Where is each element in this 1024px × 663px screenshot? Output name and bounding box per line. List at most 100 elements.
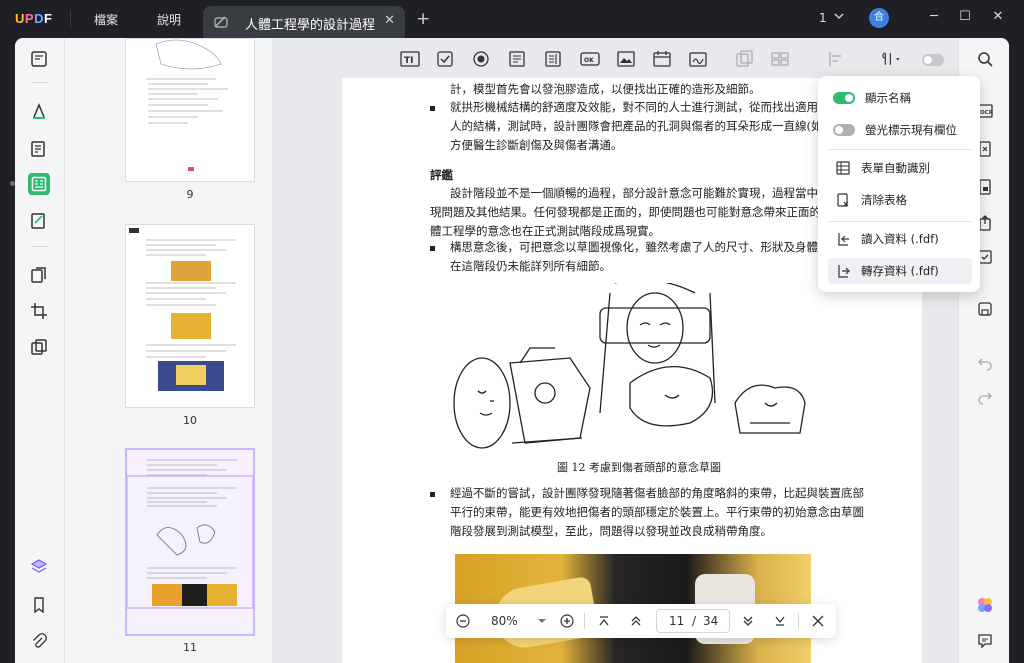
total-pages: 34 [703, 614, 719, 628]
next-page-icon[interactable] [740, 613, 756, 629]
doc-text-line: 經過不斷的嘗試，設計團隊發現隨著傷者臉部的角度略斜的束帶，比起與裝置底部 [450, 486, 864, 500]
image-field-icon[interactable] [616, 50, 636, 68]
menu-file[interactable]: 檔案 [94, 11, 118, 28]
edit-pdf-icon[interactable] [28, 138, 50, 160]
undo-icon[interactable] [974, 352, 996, 374]
duplicate-field-icon[interactable] [734, 50, 754, 68]
thumbnail-label-10: 10 [183, 414, 197, 427]
doc-text-line: 階段發展到測試模型，至此，問題得以發現並改良成稍帶角度。 [450, 524, 772, 538]
close-navbar-icon[interactable] [810, 613, 826, 629]
layers-icon[interactable] [28, 556, 50, 578]
doc-text-line: 平行的束帶，能更有效地把傷者的頭部穩定於裝置上。平行束帶的初始意念由草圖 [450, 505, 864, 519]
tab-title: 人體工程學的設計過程 [245, 18, 376, 33]
thumbnail-panel: 9 10 11 [65, 38, 273, 663]
toggle-switch-on[interactable] [833, 92, 855, 104]
organize-pages-icon[interactable] [28, 264, 50, 286]
redo-icon[interactable] [974, 386, 996, 408]
page-navigation-bar: 80% 11 / 34 [446, 604, 836, 638]
menu-help[interactable]: 說明 [157, 11, 181, 28]
svg-text:OK: OK [584, 57, 594, 64]
checkbox-icon[interactable] [435, 50, 455, 68]
app-logo[interactable]: UPDF [15, 11, 52, 26]
menu-item-label: 轉存資料 (.fdf) [861, 264, 939, 278]
attachment-icon[interactable] [28, 630, 50, 652]
chevron-down-icon[interactable] [834, 11, 844, 21]
first-page-icon[interactable] [596, 613, 612, 629]
section-heading: 評鑑 [430, 168, 453, 182]
close-window-icon[interactable]: ✕ [991, 10, 1005, 24]
bookmark-icon[interactable] [28, 594, 50, 616]
doc-text-line: 在這階段仍未能詳列所有細節。 [450, 259, 611, 273]
align-icon[interactable] [827, 50, 847, 68]
sketch-figure [453, 283, 806, 449]
zoom-out-icon[interactable] [455, 613, 471, 629]
tab-close-icon[interactable]: ✕ [384, 13, 395, 28]
doc-text-line: 就拱形機械結構的舒適度及效能，對不同的人士進行測試，從而找出適用於大部 [450, 100, 853, 114]
thumbnail-label-9: 9 [186, 188, 194, 201]
current-page: 11 [669, 614, 685, 628]
last-page-icon[interactable] [772, 613, 788, 629]
date-field-icon[interactable] [652, 50, 672, 68]
toggle-switch-off[interactable] [833, 124, 855, 136]
show-names-toggle[interactable]: 顯示名稱 [828, 85, 972, 111]
thumbnail-page-11[interactable] [125, 448, 255, 636]
reader-mode-icon[interactable] [28, 48, 50, 70]
comment-icon[interactable] [28, 100, 50, 122]
list-box-icon[interactable] [543, 50, 563, 68]
comment-list-icon[interactable] [974, 630, 996, 652]
previous-page-icon[interactable] [628, 613, 644, 629]
grid-fields-icon[interactable] [770, 50, 790, 68]
menu-item-clear-form[interactable]: 清除表格 [828, 187, 972, 213]
new-tab-button[interactable]: + [416, 9, 430, 29]
ai-assistant-icon[interactable] [974, 594, 996, 616]
clear-form-icon [835, 192, 851, 208]
radio-button-icon[interactable] [471, 50, 491, 68]
doc-text-line: 人的結構，測試時，設計團隊會把產品的孔洞與傷者的耳朵形成一直線(如可能 [450, 119, 846, 133]
form-options-dropdown: 顯示名稱 螢光標示現有欄位 表單自動識別 清除表格 讀入資料 (.fdf) 轉存… [818, 76, 980, 292]
maximize-icon[interactable]: ☐ [958, 10, 972, 24]
import-icon [835, 231, 851, 247]
menu-item-import-data[interactable]: 讀入資料 (.fdf) [828, 226, 972, 252]
dropdown-field-icon[interactable] [507, 50, 527, 68]
svg-text:TI: TI [404, 56, 414, 66]
thumbnail-page-10[interactable] [125, 224, 255, 408]
avatar[interactable]: 合 [869, 8, 889, 28]
page-tools-icon[interactable] [28, 336, 50, 358]
panel-handle[interactable] [10, 181, 15, 186]
svg-text:OCR: OCR [980, 110, 993, 116]
export-icon [835, 263, 851, 279]
save-icon[interactable] [974, 298, 996, 320]
menu-item-label: 螢光標示現有欄位 [865, 123, 957, 137]
minimize-icon[interactable]: ─ [927, 10, 941, 24]
page-number-input[interactable]: 11 / 34 [656, 609, 730, 633]
highlight-fields-toggle[interactable]: 螢光標示現有欄位 [828, 117, 972, 143]
zoom-dropdown-icon[interactable] [534, 613, 550, 629]
form-tools-icon[interactable] [882, 50, 902, 68]
preview-toggle[interactable] [922, 54, 944, 66]
left-tool-rail [15, 38, 65, 663]
doc-text-line: 計，模型首先會以發泡膠造成，以便找出正確的造形及細節。 [450, 82, 761, 96]
menu-item-label: 清除表格 [861, 193, 907, 207]
document-tab[interactable]: 人體工程學的設計過程 ✕ [203, 6, 405, 38]
thumbnail-label-11: 11 [183, 641, 197, 654]
search-icon[interactable] [974, 48, 996, 70]
menu-item-export-data[interactable]: 轉存資料 (.fdf) [828, 258, 972, 284]
thumbnail-page-9[interactable] [125, 38, 255, 182]
text-field-icon[interactable]: TI [400, 50, 420, 68]
prepare-form-icon[interactable] [28, 173, 50, 195]
zoom-in-icon[interactable] [559, 613, 575, 629]
menu-item-form-auto-detect[interactable]: 表單自動識別 [828, 155, 972, 181]
crop-icon[interactable] [28, 300, 50, 322]
button-field-icon[interactable]: OK [580, 50, 600, 68]
menu-item-label: 顯示名稱 [865, 91, 911, 105]
bullet [430, 492, 435, 497]
signature-field-icon[interactable] [688, 50, 708, 68]
page-separator: / [692, 614, 697, 628]
figure-caption: 圖 12 考慮到傷者頭部的意念草圖 [557, 461, 721, 474]
menu-item-label: 表單自動識別 [861, 161, 930, 175]
window-count: 1 [819, 11, 827, 25]
zoom-level[interactable]: 80% [491, 614, 518, 628]
menu-item-label: 讀入資料 (.fdf) [861, 232, 939, 246]
doc-text-line: 現問題及其他結果。任何發現都是正面的，即使問題也可能對意念帶來正面的影響 [430, 205, 844, 219]
fill-sign-icon[interactable] [28, 210, 50, 232]
